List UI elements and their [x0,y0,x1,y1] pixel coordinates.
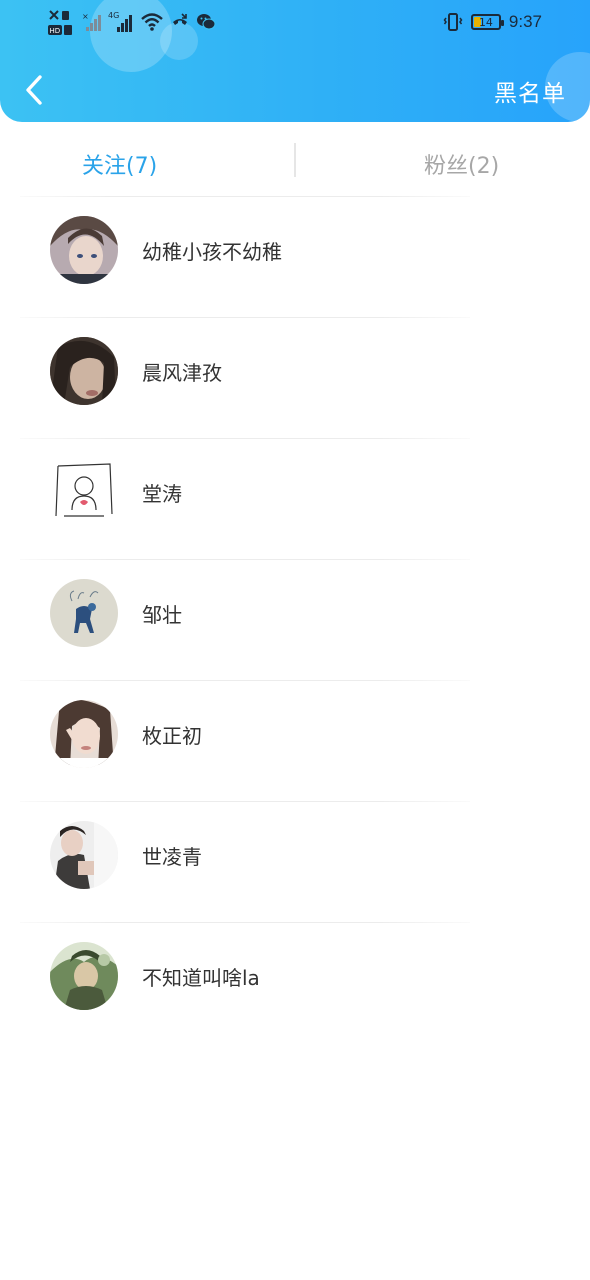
user-name: 堂涛 [142,482,182,506]
user-name: 晨风津孜 [142,361,222,385]
list-item[interactable]: 晨风津孜 [0,317,590,438]
hd-sim-icon: HD [46,7,76,37]
avatar [50,942,118,1010]
wifi-icon [140,12,164,32]
missed-call-icon [170,12,190,32]
app-header: HD × 4G 14 9:37 黑名单 [0,0,590,122]
avatar [50,700,118,768]
battery-level: 14 [478,15,493,29]
blacklist-button[interactable]: 黑名单 [494,74,566,108]
tab-fans[interactable]: 粉丝(2) [424,148,499,180]
follow-tabs: 关注(7) 粉丝(2) [0,122,590,198]
list-item[interactable]: 邹壮 [0,559,590,680]
avatar [50,216,118,284]
tab-divider [294,143,296,177]
network-label: 4G [108,11,119,20]
status-bar: HD × 4G 14 9:37 [0,0,590,44]
avatar [50,458,118,526]
vibrate-icon [443,12,463,32]
list-item[interactable]: 枚正初 [0,680,590,801]
avatar [50,821,118,889]
list-item[interactable]: 不知道叫啥la [0,922,590,1043]
battery-icon: 14 [470,14,504,30]
back-button[interactable] [18,72,50,108]
svg-text:HD: HD [50,27,61,35]
following-list: 幼稚小孩不幼稚 晨风津孜 堂涛 邹壮 枚正初 世凌青 不知道叫啥la [0,196,590,1043]
chevron-left-icon [26,75,42,105]
user-name: 幼稚小孩不幼稚 [142,240,282,264]
avatar [50,337,118,405]
user-name: 世凌青 [142,845,202,869]
user-name: 不知道叫啥la [142,966,260,990]
wechat-icon [196,13,216,31]
tab-following[interactable]: 关注(7) [82,148,157,180]
svg-text:×: × [82,12,89,21]
avatar [50,579,118,647]
user-name: 邹壮 [142,603,182,627]
signal-icon: × [82,11,102,33]
list-item[interactable]: 堂涛 [0,438,590,559]
list-item[interactable]: 幼稚小孩不幼稚 [0,196,590,317]
list-item[interactable]: 世凌青 [0,801,590,922]
clock: 9:37 [508,12,542,31]
signal-4g-icon: 4G [108,10,134,34]
user-name: 枚正初 [142,724,202,748]
